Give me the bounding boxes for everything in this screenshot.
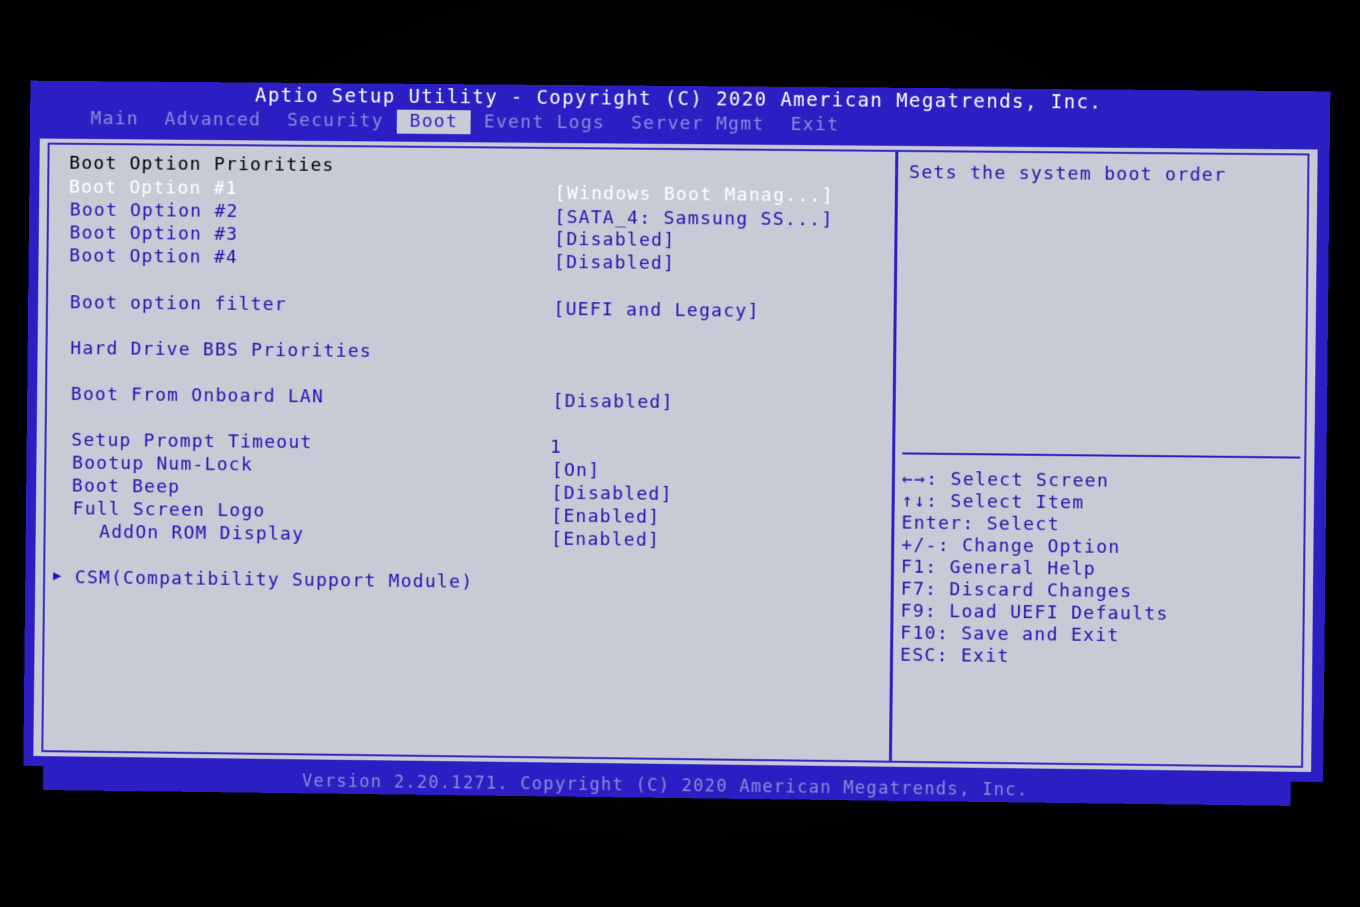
key-hint-esc-exit: ESC: Exit: [899, 644, 1010, 667]
boot-priorities-heading: Boot Option Priorities: [69, 152, 335, 176]
tab-server-mgmt[interactable]: Server Mgmt: [618, 112, 778, 137]
bios-setup-window: Aptio Setup Utility - Copyright (C) 2020…: [23, 80, 1331, 807]
help-pane: Sets the system boot order ←→: Select Sc…: [895, 152, 1301, 766]
onboard-lan-label[interactable]: Boot From Onboard LAN: [71, 384, 325, 409]
onboard-lan-value[interactable]: [Disabled]: [552, 391, 673, 414]
full-screen-logo-label[interactable]: Full Screen Logo: [73, 498, 266, 522]
numlock-value[interactable]: [On]: [552, 460, 601, 483]
boot-beep-label[interactable]: Boot Beep: [72, 476, 181, 499]
csm-submenu-link[interactable]: CSM(Compatibility Support Module): [75, 567, 474, 593]
boot-option-1-value[interactable]: [Windows Boot Manag...]: [555, 183, 834, 207]
key-hint-change-option: +/-: Change Option: [901, 534, 1121, 558]
hdd-bbs-priorities-link[interactable]: Hard Drive BBS Priorities: [70, 338, 372, 363]
tab-event-logs[interactable]: Event Logs: [471, 110, 618, 135]
boot-filter-value[interactable]: [UEFI and Legacy]: [553, 299, 759, 323]
boot-option-2-label[interactable]: Boot Option #2: [70, 200, 239, 223]
boot-option-1-label[interactable]: Boot Option #1: [69, 177, 238, 200]
full-screen-logo-value[interactable]: [Enabled]: [551, 506, 660, 529]
addon-rom-value[interactable]: [Enabled]: [551, 529, 660, 552]
key-hint-discard-changes: F7: Discard Changes: [900, 578, 1133, 603]
prompt-timeout-label[interactable]: Setup Prompt Timeout: [71, 430, 312, 454]
boot-beep-value[interactable]: [Disabled]: [551, 483, 672, 506]
monitor-screen: Aptio Setup Utility - Copyright (C) 2020…: [0, 0, 1360, 907]
prompt-timeout-value[interactable]: 1: [550, 437, 562, 459]
body-panel: Boot Option Priorities Boot Option #1 [W…: [31, 136, 1320, 775]
body-frame: Boot Option Priorities Boot Option #1 [W…: [23, 132, 1330, 783]
help-divider: [902, 452, 1301, 459]
tab-boot[interactable]: Boot: [396, 109, 472, 135]
addon-rom-label[interactable]: AddOn ROM Display: [99, 522, 304, 546]
tab-exit[interactable]: Exit: [777, 113, 852, 138]
submenu-arrow-icon: ▶: [52, 567, 62, 585]
boot-option-2-value[interactable]: [SATA_4: Samsung SS...]: [554, 207, 833, 232]
key-hint-select-screen: ←→: Select Screen: [901, 468, 1110, 492]
key-hint-load-defaults: F9: Load UEFI Defaults: [900, 600, 1169, 625]
key-hint-select-item: ↑↓: Select Item: [901, 490, 1085, 514]
numlock-label[interactable]: Bootup Num-Lock: [72, 453, 253, 477]
tab-advanced[interactable]: Advanced: [152, 108, 275, 133]
key-hint-save-exit: F10: Save and Exit: [900, 622, 1120, 647]
boot-option-4-value[interactable]: [Disabled]: [554, 252, 675, 275]
key-hint-enter: Enter: Select: [901, 512, 1060, 536]
boot-option-3-value[interactable]: [Disabled]: [554, 229, 675, 252]
settings-pane: Boot Option Priorities Boot Option #1 [W…: [43, 145, 897, 761]
boot-filter-label[interactable]: Boot option filter: [70, 292, 287, 316]
boot-option-3-label[interactable]: Boot Option #3: [69, 222, 238, 245]
boot-option-4-label[interactable]: Boot Option #4: [69, 245, 238, 269]
tab-main[interactable]: Main: [78, 107, 152, 132]
help-description: Sets the system boot order: [909, 162, 1227, 186]
key-hint-general-help: F1: General Help: [900, 556, 1097, 580]
tab-security[interactable]: Security: [274, 109, 397, 134]
